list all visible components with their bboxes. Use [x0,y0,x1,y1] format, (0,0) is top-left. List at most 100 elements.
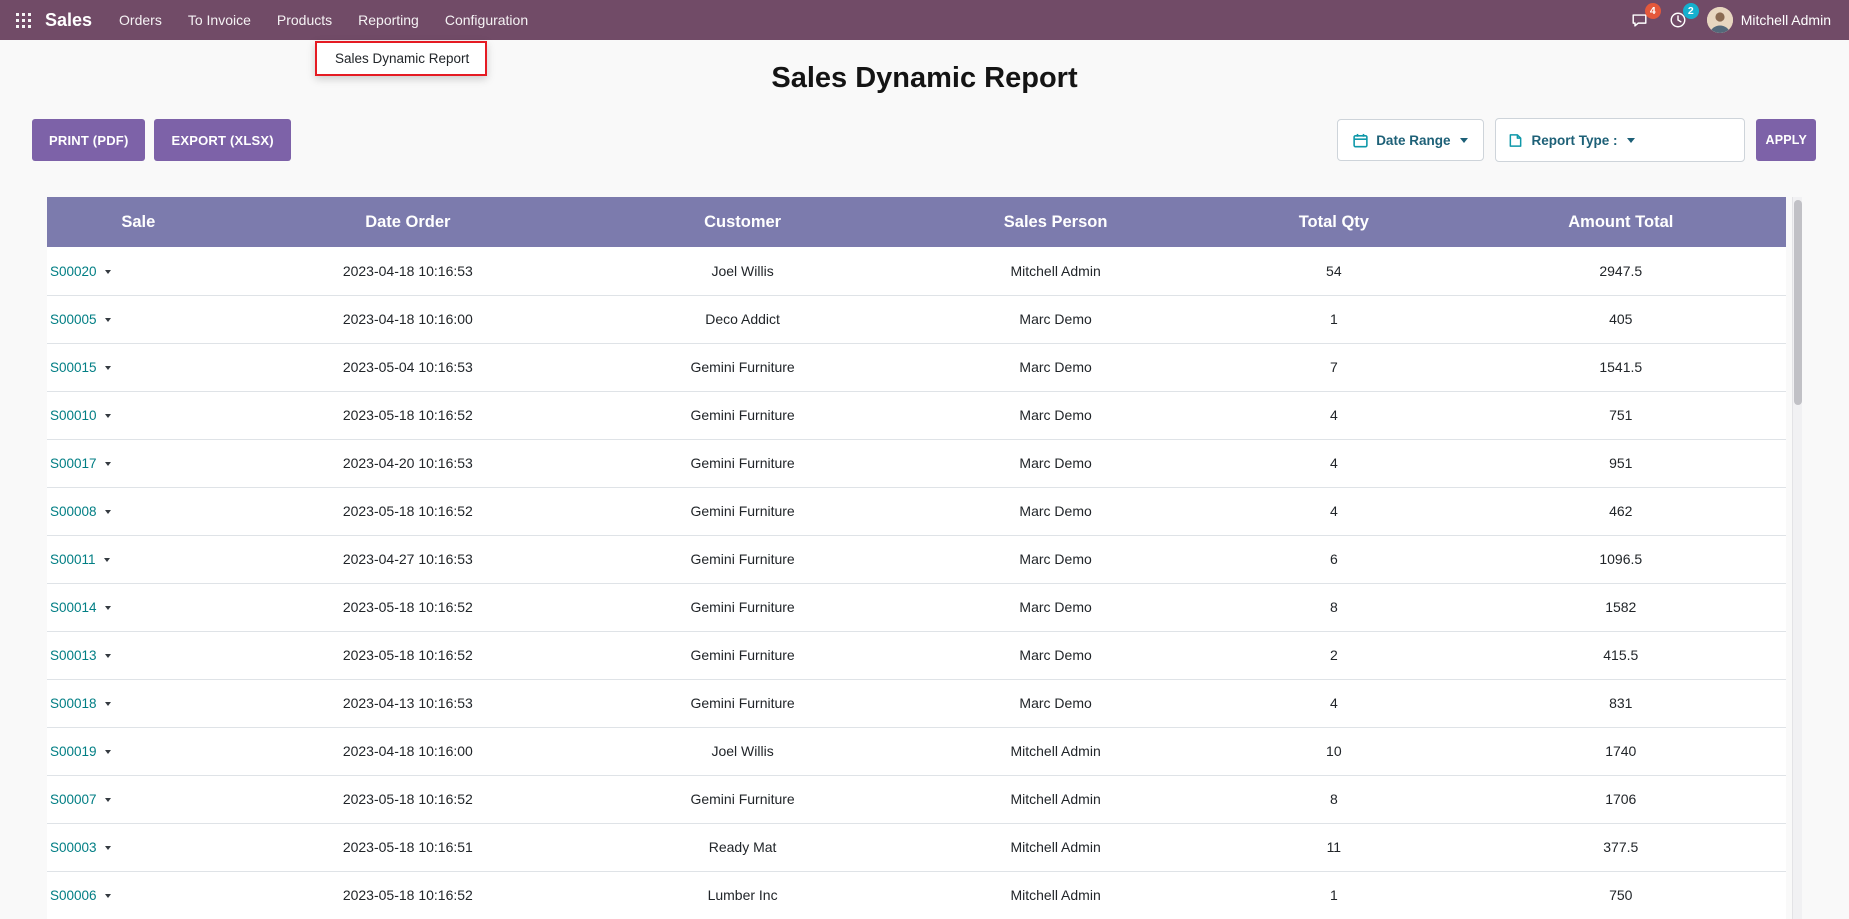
table-row: S00018 2023-04-13 10:16:53 Gemini Furnit… [47,679,1786,727]
sale-order-link[interactable]: S00017 [50,456,97,471]
sale-order-link[interactable]: S00013 [50,648,97,663]
chevron-down-icon [105,510,111,514]
sale-dropdown-toggle[interactable] [100,503,111,519]
sale-order-link[interactable]: S00020 [50,264,97,279]
sale-order-link[interactable]: S00018 [50,696,97,711]
table-row: S00011 2023-04-27 10:16:53 Gemini Furnit… [47,535,1786,583]
sale-dropdown-toggle[interactable] [100,743,111,759]
sale-cell: S00011 [47,535,230,583]
chevron-down-icon [1627,138,1635,143]
chevron-down-icon [105,846,111,850]
sale-dropdown-toggle[interactable] [100,599,111,615]
sale-dropdown-toggle[interactable] [100,791,111,807]
sale-dropdown-toggle[interactable] [100,695,111,711]
sale-cell: S00013 [47,631,230,679]
sale-cell: S00003 [47,823,230,871]
menu-item-sales-dynamic-report[interactable]: Sales Dynamic Report [317,43,485,74]
activities-button[interactable]: 2 [1669,11,1687,29]
scrollbar-thumb[interactable] [1794,200,1802,405]
table-row: S00019 2023-04-18 10:16:00 Joel Willis M… [47,727,1786,775]
date-order-cell: 2023-05-18 10:16:52 [230,583,586,631]
menu-products[interactable]: Products [264,0,345,40]
column-header-amount-total: Amount Total [1456,197,1786,247]
column-header-total-qty: Total Qty [1212,197,1455,247]
customer-cell: Gemini Furniture [586,631,899,679]
date-order-cell: 2023-04-18 10:16:00 [230,727,586,775]
sale-dropdown-toggle[interactable] [100,407,111,423]
chevron-down-icon [105,798,111,802]
messages-badge: 4 [1645,3,1661,19]
total-qty-cell: 4 [1212,439,1455,487]
sale-order-link[interactable]: S00003 [50,840,97,855]
user-menu[interactable]: Mitchell Admin [1707,7,1831,33]
sale-dropdown-toggle[interactable] [100,455,111,471]
customer-cell: Gemini Furniture [586,391,899,439]
menu-reporting[interactable]: Reporting [345,0,432,40]
chevron-down-icon [1460,138,1468,143]
sale-order-link[interactable]: S00011 [50,552,96,567]
date-range-label: Date Range [1376,133,1450,148]
table-row: S00003 2023-05-18 10:16:51 Ready Mat Mit… [47,823,1786,871]
report-type-label: Report Type : [1531,133,1617,148]
amount-total-cell: 415.5 [1456,631,1786,679]
sales-person-cell: Marc Demo [899,679,1212,727]
sale-order-link[interactable]: S00007 [50,792,97,807]
table-row: S00007 2023-05-18 10:16:52 Gemini Furnit… [47,775,1786,823]
sale-order-link[interactable]: S00005 [50,312,97,327]
table-scrollbar[interactable] [1792,197,1802,919]
total-qty-cell: 8 [1212,775,1455,823]
top-navbar: Sales Orders To Invoice Products Reporti… [0,0,1849,40]
filters: Date Range Report Type : APPLY [1337,118,1816,162]
sale-order-link[interactable]: S00010 [50,408,97,423]
customer-cell: Gemini Furniture [586,487,899,535]
sale-order-link[interactable]: S00008 [50,504,97,519]
sale-order-link[interactable]: S00019 [50,744,97,759]
total-qty-cell: 4 [1212,679,1455,727]
apply-button[interactable]: APPLY [1756,119,1816,161]
chevron-down-icon [105,366,111,370]
sales-person-cell: Marc Demo [899,535,1212,583]
sale-dropdown-toggle[interactable] [100,887,111,903]
customer-cell: Gemini Furniture [586,583,899,631]
chevron-down-icon [105,654,111,658]
sale-dropdown-toggle[interactable] [100,839,111,855]
apps-menu-icon[interactable] [12,9,35,32]
page-title: Sales Dynamic Report [0,61,1849,95]
sale-dropdown-toggle[interactable] [100,359,111,375]
date-order-cell: 2023-05-18 10:16:51 [230,823,586,871]
sale-order-link[interactable]: S00014 [50,600,97,615]
export-xlsx-button[interactable]: EXPORT (XLSX) [154,119,290,161]
print-pdf-button[interactable]: PRINT (PDF) [32,119,145,161]
messages-button[interactable]: 4 [1630,11,1649,29]
sales-person-cell: Mitchell Admin [899,871,1212,919]
app-brand[interactable]: Sales [45,10,92,31]
sale-order-link[interactable]: S00006 [50,888,97,903]
total-qty-cell: 2 [1212,631,1455,679]
sale-dropdown-toggle[interactable] [99,551,110,567]
date-range-dropdown[interactable]: Date Range [1337,119,1484,161]
menu-to-invoice[interactable]: To Invoice [175,0,264,40]
report-type-dropdown[interactable]: Report Type : [1496,119,1647,161]
customer-cell: Deco Addict [586,295,899,343]
sales-person-cell: Mitchell Admin [899,247,1212,295]
table-row: S00017 2023-04-20 10:16:53 Gemini Furnit… [47,439,1786,487]
main-menu: Orders To Invoice Products Reporting Con… [106,0,541,40]
sale-order-link[interactable]: S00015 [50,360,97,375]
column-header-sale: Sale [47,197,230,247]
amount-total-cell: 750 [1456,871,1786,919]
date-order-cell: 2023-05-18 10:16:52 [230,487,586,535]
menu-orders[interactable]: Orders [106,0,175,40]
sale-cell: S00014 [47,583,230,631]
sale-cell: S00006 [47,871,230,919]
sale-dropdown-toggle[interactable] [100,311,111,327]
sale-cell: S00017 [47,439,230,487]
amount-total-cell: 1582 [1456,583,1786,631]
sale-dropdown-toggle[interactable] [100,263,111,279]
chevron-down-icon [105,750,111,754]
sale-dropdown-toggle[interactable] [100,647,111,663]
menu-configuration[interactable]: Configuration [432,0,541,40]
customer-cell: Joel Willis [586,247,899,295]
total-qty-cell: 54 [1212,247,1455,295]
date-order-cell: 2023-05-18 10:16:52 [230,775,586,823]
amount-total-cell: 1706 [1456,775,1786,823]
